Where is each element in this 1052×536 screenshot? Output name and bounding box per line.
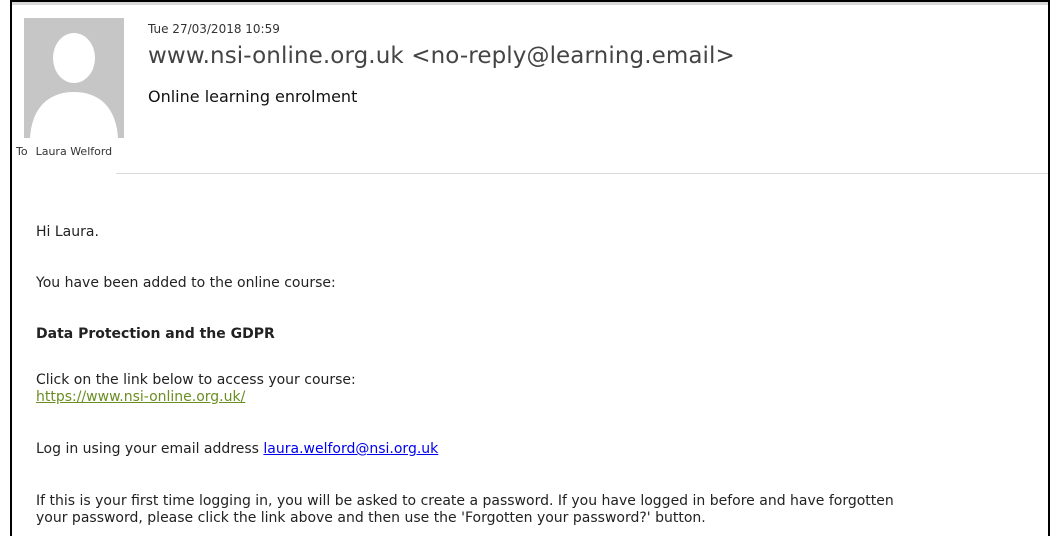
email-subject: Online learning enrolment [148,87,358,106]
to-label: To [16,145,28,158]
course-access-paragraph: Click on the link below to access your c… [36,372,356,406]
email-link[interactable]: laura.welford@nsi.org.uk [263,441,438,457]
person-silhouette-icon [30,33,118,138]
sender-address[interactable]: www.nsi-online.org.uk <no-reply@learning… [148,43,735,69]
email-reading-pane: Tue 27/03/2018 10:59 www.nsi-online.org.… [10,0,1050,536]
login-paragraph: Log in using your email address laura.we… [36,441,438,458]
greeting-text: Hi Laura. [36,224,99,240]
sender-avatar [24,18,124,138]
click-text: Click on the link below to access your c… [36,372,356,388]
added-text: You have been added to the online course… [36,275,336,291]
password-text-line2: your password, please click the link abo… [36,510,706,526]
recipient-line: To Laura Welford [16,145,112,158]
top-strip [12,2,1048,5]
password-text-line1: If this is your first time logging in, y… [36,493,894,509]
login-text: Log in using your email address [36,441,259,457]
sent-date: Tue 27/03/2018 10:59 [148,22,280,36]
recipient-name[interactable]: Laura Welford [36,145,113,158]
header-divider [116,173,1048,174]
course-name: Data Protection and the GDPR [36,326,275,342]
password-paragraph: If this is your first time logging in, y… [36,493,1046,527]
course-link[interactable]: https://www.nsi-online.org.uk/ [36,389,245,405]
